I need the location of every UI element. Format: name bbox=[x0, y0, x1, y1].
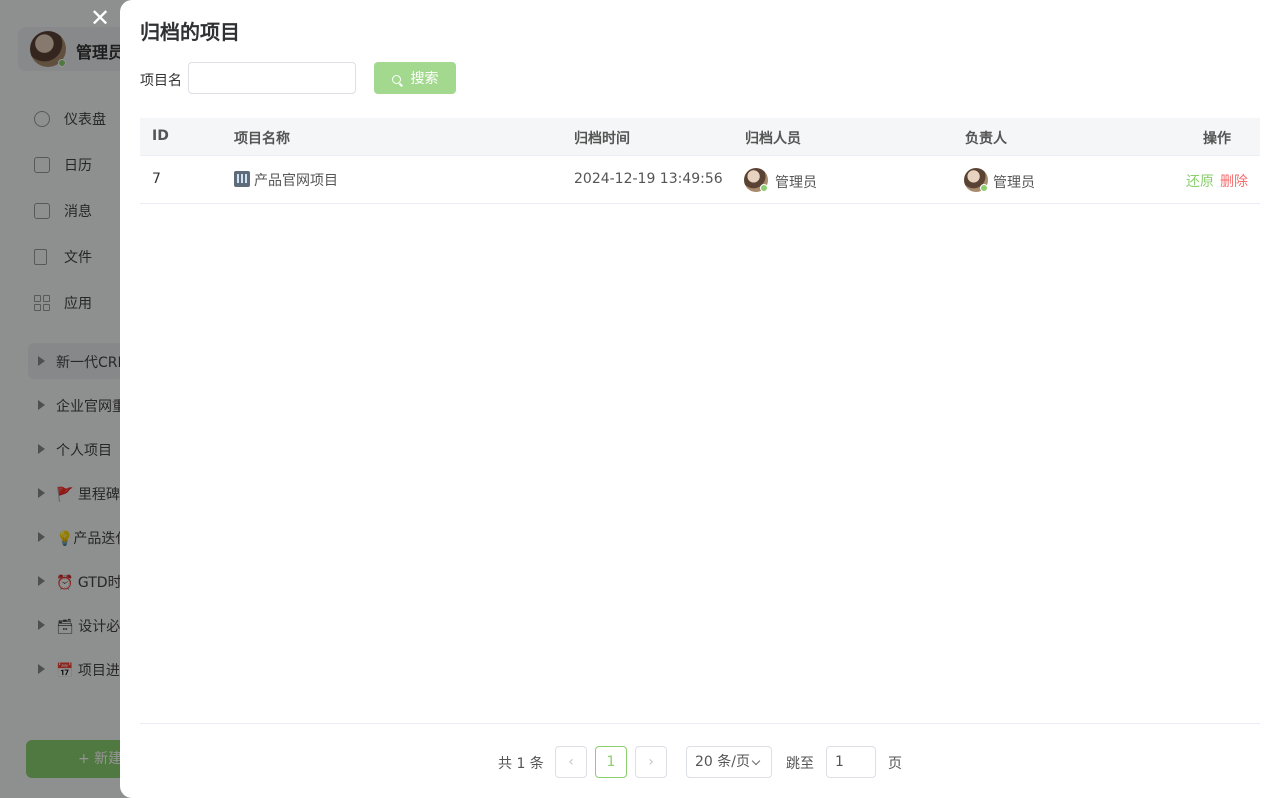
drawer-title: 归档的项目 bbox=[140, 20, 240, 44]
cell-archived-by: 管理员 bbox=[775, 175, 817, 191]
column-header-archived-at: 归档时间 bbox=[574, 131, 630, 147]
cell-archived-at: 2024-12-19 13:49:56 bbox=[574, 171, 723, 187]
jump-page-input[interactable] bbox=[826, 746, 876, 778]
page-suffix-label: 页 bbox=[888, 756, 902, 772]
prev-page-button[interactable]: ‹ bbox=[555, 746, 587, 778]
restore-link[interactable]: 还原 bbox=[1186, 171, 1214, 191]
table-row: 7 产品官网项目 2024-12-19 13:49:56 管理员 管理员 还原 … bbox=[140, 156, 1260, 204]
project-name-label: 项目名 bbox=[140, 73, 182, 89]
next-page-button[interactable]: › bbox=[635, 746, 667, 778]
project-name-input[interactable] bbox=[188, 62, 356, 94]
table-header: ID 项目名称 归档时间 归档人员 负责人 操作 bbox=[140, 118, 1260, 156]
page-size-select[interactable]: 20 条/页 bbox=[686, 746, 772, 778]
cell-owner: 管理员 bbox=[993, 175, 1035, 191]
online-status-dot bbox=[760, 184, 768, 192]
cell-id: 7 bbox=[152, 171, 161, 187]
close-icon[interactable]: ✕ bbox=[88, 6, 112, 30]
column-header-name: 项目名称 bbox=[234, 131, 290, 147]
chevron-down-icon bbox=[751, 756, 761, 766]
cell-project-name: 产品官网项目 bbox=[234, 170, 338, 190]
search-icon bbox=[391, 75, 401, 84]
archived-projects-drawer: 归档的项目 项目名 搜索 ID 项目名称 归档时间 归档人员 负责人 操作 7 … bbox=[120, 0, 1280, 798]
owner-avatar bbox=[964, 168, 988, 192]
page-number-1[interactable]: 1 bbox=[595, 746, 627, 778]
column-header-owner: 负责人 bbox=[965, 131, 1007, 147]
online-status-dot bbox=[980, 184, 988, 192]
column-header-actions: 操作 bbox=[1203, 131, 1231, 147]
search-button-label: 搜索 bbox=[410, 71, 439, 87]
jump-label: 跳至 bbox=[786, 756, 814, 772]
search-button[interactable]: 搜索 bbox=[374, 62, 456, 94]
column-header-id: ID bbox=[152, 128, 169, 144]
page-size-value: 20 条/页 bbox=[695, 754, 750, 770]
archiver-avatar bbox=[744, 168, 768, 192]
delete-link[interactable]: 删除 bbox=[1220, 171, 1248, 191]
pagination-total: 共 1 条 bbox=[498, 756, 544, 772]
column-header-archived-by: 归档人员 bbox=[745, 131, 801, 147]
project-name-text: 产品官网项目 bbox=[254, 173, 338, 189]
footer-divider bbox=[140, 723, 1260, 724]
archived-projects-table: ID 项目名称 归档时间 归档人员 负责人 操作 7 产品官网项目 2024-1… bbox=[140, 118, 1260, 204]
building-icon bbox=[234, 171, 250, 187]
